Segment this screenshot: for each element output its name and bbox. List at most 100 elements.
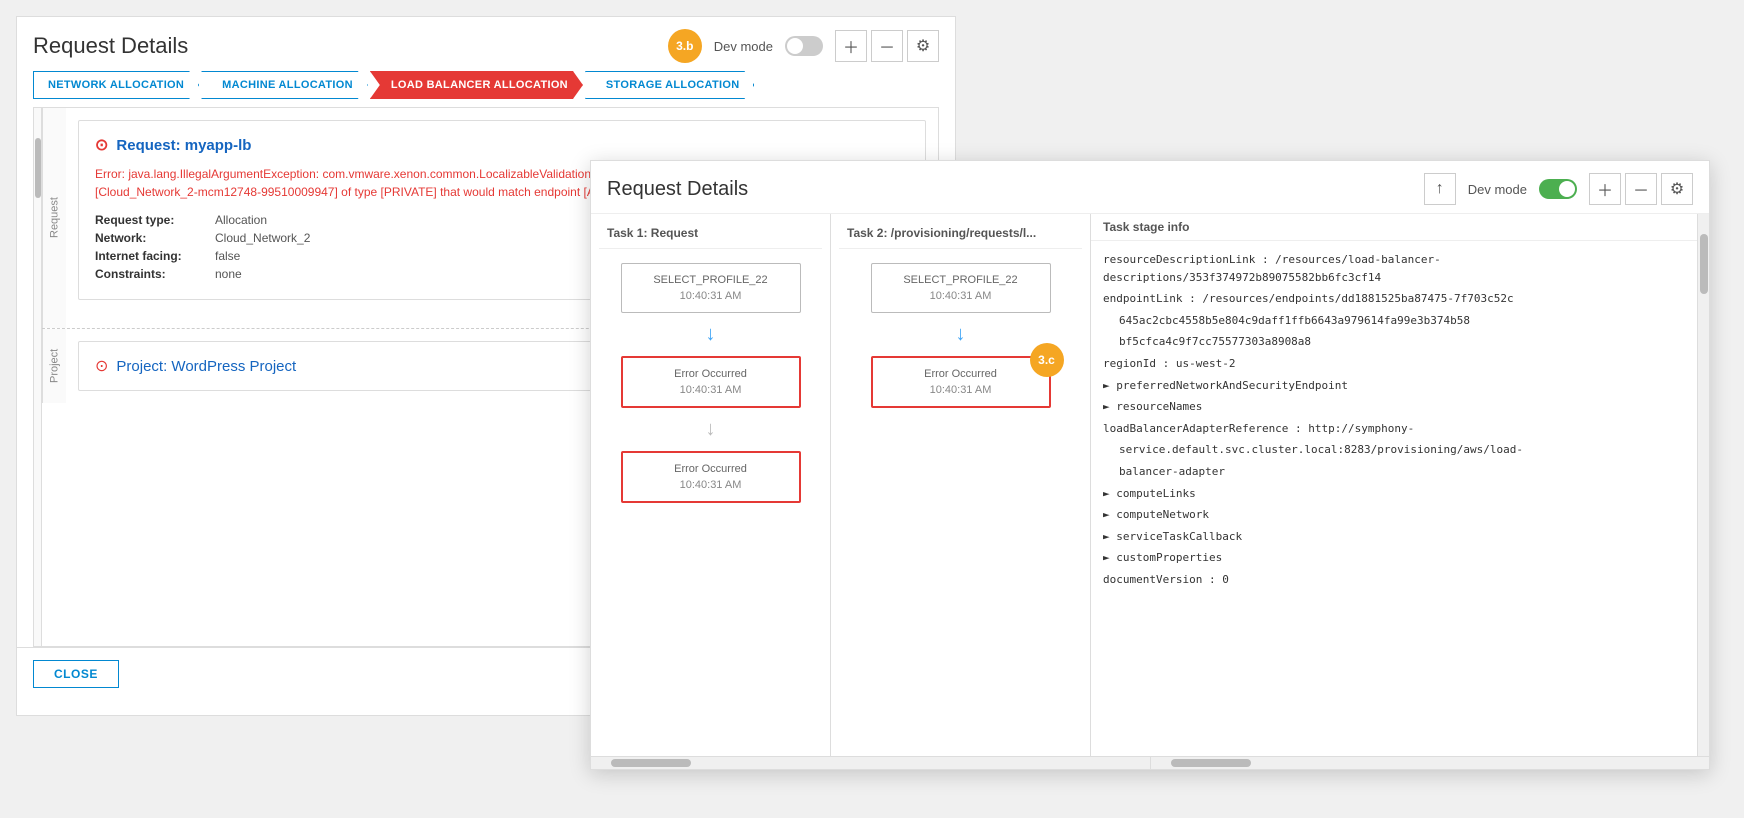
task1-nodes: SELECT_PROFILE_22 10:40:31 AM ↓ Error Oc… — [599, 257, 822, 509]
zoom-out-button[interactable]: － — [871, 30, 903, 62]
info-line-5c: balancer-adapter — [1103, 461, 1685, 483]
task-stage-info-header: Task stage info — [1091, 214, 1697, 241]
task-stage-info-content: resourceDescriptionLink : /resources/loa… — [1091, 241, 1697, 756]
modal-body: Task 1: Request SELECT_PROFILE_22 10:40:… — [591, 214, 1709, 756]
info-line-5: loadBalancerAdapterReference : http://sy… — [1103, 418, 1685, 440]
task2-node-0: SELECT_PROFILE_22 10:40:31 AM — [871, 263, 1051, 313]
task1-node-2-time: 10:40:31 AM — [635, 479, 787, 491]
dev-mode-label: Dev mode — [714, 39, 773, 54]
constraints-value: none — [215, 267, 242, 281]
task1-node-0: SELECT_PROFILE_22 10:40:31 AM — [621, 263, 801, 313]
zoom-buttons: ＋ － ⚙ — [835, 30, 939, 62]
task1-arrow-0: ↓ — [706, 319, 716, 350]
pipeline-step-loadbalancer-label: LOAD BALANCER ALLOCATION — [391, 79, 568, 91]
internet-facing-value: false — [215, 249, 240, 263]
modal-dev-mode-label: Dev mode — [1468, 182, 1527, 197]
network-value: Cloud_Network_2 — [215, 231, 310, 245]
info-line-6[interactable]: ► computeLinks — [1103, 483, 1685, 505]
task2-header: Task 2: /provisioning/requests/l... — [839, 222, 1082, 249]
modal-header-right: ↑ Dev mode ＋ － ⚙ — [1424, 173, 1693, 205]
modal-zoom-in-button[interactable]: ＋ — [1589, 173, 1621, 205]
modal-settings-button[interactable]: ⚙ — [1661, 173, 1693, 205]
modal-bottom-scrollbar-area — [591, 756, 1709, 769]
task-area-scrollbar — [591, 757, 1151, 769]
info-line-10: documentVersion : 0 — [1103, 569, 1685, 591]
project-error-icon: ⊙ — [95, 356, 108, 376]
modal-scrollbar-thumb — [1700, 234, 1708, 294]
badge-3b: 3.b — [668, 29, 702, 63]
internet-facing-label: Internet facing: — [95, 249, 215, 263]
scrollbar-thumb — [35, 138, 41, 198]
task1-node-2: Error Occurred 10:40:31 AM — [621, 451, 801, 503]
pipeline-step-network[interactable]: NETWORK ALLOCATION — [33, 71, 199, 99]
constraints-label: Constraints: — [95, 267, 215, 281]
task2-node-1: Error Occurred 10:40:31 AM 3.c — [871, 356, 1051, 408]
task1-node-1-label: Error Occurred — [635, 368, 787, 380]
task-stage-info-container: Task stage info resourceDescriptionLink … — [1091, 214, 1697, 756]
info-line-4[interactable]: ► resourceNames — [1103, 396, 1685, 418]
request-type-label: Request type: — [95, 213, 215, 227]
task-scrollbar-thumb — [611, 759, 691, 767]
request-section-label: Request — [42, 108, 66, 328]
pipeline-step-machine-label: MACHINE ALLOCATION — [222, 79, 353, 91]
pipeline-step-storage-label: STORAGE ALLOCATION — [606, 79, 740, 91]
project-section-label: Project — [42, 329, 66, 403]
pipeline-step-machine[interactable]: MACHINE ALLOCATION — [201, 71, 368, 99]
toggle-knob — [787, 38, 803, 54]
task2-node-1-time: 10:40:31 AM — [885, 384, 1037, 396]
pipeline-step-storage[interactable]: STORAGE ALLOCATION — [585, 71, 755, 99]
zoom-in-button[interactable]: ＋ — [835, 30, 867, 62]
info-line-1b: 645ac2cbc4558b5e804c9daff1ffb6643a979614… — [1103, 310, 1685, 332]
modal-toggle-knob — [1559, 181, 1575, 197]
pipeline-bar: NETWORK ALLOCATION MACHINE ALLOCATION LO… — [17, 71, 955, 107]
error-icon: ⊙ — [95, 135, 108, 155]
info-line-3[interactable]: ► preferredNetworkAndSecurityEndpoint — [1103, 375, 1685, 397]
left-scrollbar — [33, 107, 41, 647]
task1-node-1-time: 10:40:31 AM — [635, 384, 787, 396]
info-line-1: endpointLink : /resources/endpoints/dd18… — [1103, 288, 1685, 310]
upload-button[interactable]: ↑ — [1424, 173, 1456, 205]
task2-node-0-time: 10:40:31 AM — [884, 290, 1038, 302]
info-area-scrollbar — [1151, 757, 1710, 769]
modal-overlay: Request Details ↑ Dev mode ＋ － ⚙ Task 1:… — [590, 160, 1710, 770]
info-line-0: resourceDescriptionLink : /resources/loa… — [1103, 249, 1685, 288]
modal-zoom-buttons: ＋ － ⚙ — [1589, 173, 1693, 205]
info-line-1c: bf5cfca4c9f7cc75577303a8908a8 — [1103, 331, 1685, 353]
request-card-title: ⊙ Request: myapp-lb — [95, 135, 909, 155]
modal-title: Request Details — [607, 178, 748, 201]
task1-node-0-label: SELECT_PROFILE_22 — [634, 274, 788, 286]
pipeline-step-loadbalancer[interactable]: LOAD BALANCER ALLOCATION — [370, 71, 583, 99]
task2-node-1-label: Error Occurred — [885, 368, 1037, 380]
task2-panel: Task 2: /provisioning/requests/l... SELE… — [831, 214, 1091, 756]
info-line-7[interactable]: ► computeNetwork — [1103, 504, 1685, 526]
request-type-value: Allocation — [215, 213, 267, 227]
header-right: 3.b Dev mode ＋ － ⚙ — [668, 29, 939, 63]
info-line-8[interactable]: ► serviceTaskCallback — [1103, 526, 1685, 548]
badge-3c: 3.c — [1030, 343, 1064, 377]
dev-mode-toggle[interactable] — [785, 36, 823, 56]
close-button[interactable]: CLOSE — [33, 660, 119, 688]
settings-button[interactable]: ⚙ — [907, 30, 939, 62]
task1-arrow-1: ↓ — [706, 414, 716, 445]
modal-right-scrollbar — [1697, 214, 1709, 756]
info-line-5b: service.default.svc.cluster.local:8283/p… — [1103, 439, 1685, 461]
request-card-title-text: Request: myapp-lb — [116, 137, 251, 154]
page-title: Request Details — [33, 33, 188, 59]
modal-zoom-out-button[interactable]: － — [1625, 173, 1657, 205]
task2-node-0-label: SELECT_PROFILE_22 — [884, 274, 1038, 286]
info-line-9[interactable]: ► customProperties — [1103, 547, 1685, 569]
task1-node-2-label: Error Occurred — [635, 463, 787, 475]
project-title-text: Project: WordPress Project — [116, 358, 296, 375]
page: Request Details 3.b Dev mode ＋ － ⚙ NETWO… — [0, 0, 1744, 818]
task2-arrow-0: ↓ — [956, 319, 966, 350]
info-line-2: regionId : us-west-2 — [1103, 353, 1685, 375]
info-scrollbar-thumb — [1171, 759, 1251, 767]
pipeline-step-network-label: NETWORK ALLOCATION — [48, 79, 184, 91]
task1-node-1: Error Occurred 10:40:31 AM — [621, 356, 801, 408]
task1-node-0-time: 10:40:31 AM — [634, 290, 788, 302]
outer-header: Request Details 3.b Dev mode ＋ － ⚙ — [17, 17, 955, 71]
modal-header: Request Details ↑ Dev mode ＋ － ⚙ — [591, 161, 1709, 214]
task1-header: Task 1: Request — [599, 222, 822, 249]
modal-dev-mode-toggle[interactable] — [1539, 179, 1577, 199]
task1-panel: Task 1: Request SELECT_PROFILE_22 10:40:… — [591, 214, 831, 756]
